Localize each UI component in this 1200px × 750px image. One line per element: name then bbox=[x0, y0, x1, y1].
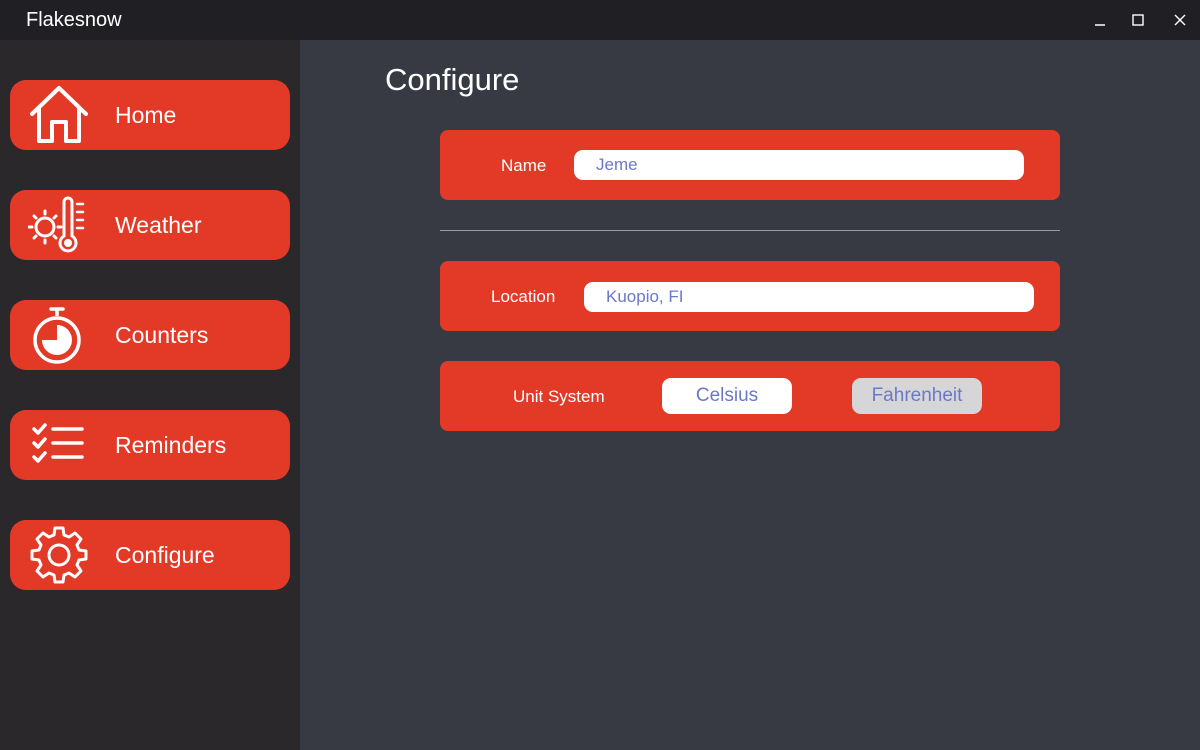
app-title: Flakesnow bbox=[26, 9, 122, 31]
gear-icon bbox=[28, 525, 90, 585]
checklist-icon bbox=[28, 415, 90, 475]
sidebar-item-weather[interactable]: Weather bbox=[10, 190, 290, 260]
stopwatch-icon bbox=[28, 305, 90, 365]
minimize-icon bbox=[1095, 24, 1105, 26]
maximize-icon bbox=[1132, 14, 1144, 26]
sidebar-item-label: Home bbox=[115, 102, 177, 128]
close-button[interactable] bbox=[1158, 0, 1200, 40]
celsius-button[interactable]: Celsius bbox=[662, 378, 792, 414]
name-card: Name bbox=[440, 130, 1060, 200]
maximize-button[interactable] bbox=[1116, 0, 1160, 40]
unit-system-label: Unit System bbox=[513, 387, 605, 406]
fahrenheit-button[interactable]: Fahrenheit bbox=[852, 378, 982, 414]
location-card: Location bbox=[440, 261, 1060, 331]
name-label: Name bbox=[501, 156, 547, 175]
sidebar-item-label: Reminders bbox=[115, 432, 227, 458]
divider bbox=[440, 230, 1060, 231]
sidebar: Home Weather Counters Reminders Configur… bbox=[0, 40, 300, 750]
close-icon bbox=[1174, 14, 1186, 26]
sidebar-item-label: Counters bbox=[115, 322, 209, 348]
sidebar-item-home[interactable]: Home bbox=[10, 80, 290, 150]
sidebar-item-configure[interactable]: Configure bbox=[10, 520, 290, 590]
sidebar-item-counters[interactable]: Counters bbox=[10, 300, 290, 370]
sidebar-item-reminders[interactable]: Reminders bbox=[10, 410, 290, 480]
weather-thermometer-icon bbox=[28, 195, 90, 255]
title-bar: Flakesnow bbox=[0, 0, 1200, 40]
sidebar-item-label: Weather bbox=[115, 212, 202, 238]
page-title: Configure bbox=[385, 62, 520, 97]
name-input[interactable] bbox=[574, 150, 1024, 180]
location-label: Location bbox=[491, 287, 556, 306]
location-input[interactable] bbox=[584, 282, 1034, 312]
sidebar-item-label: Configure bbox=[115, 542, 215, 568]
unit-system-card: Unit System Celsius Fahrenheit bbox=[440, 361, 1060, 431]
home-icon bbox=[28, 85, 90, 145]
